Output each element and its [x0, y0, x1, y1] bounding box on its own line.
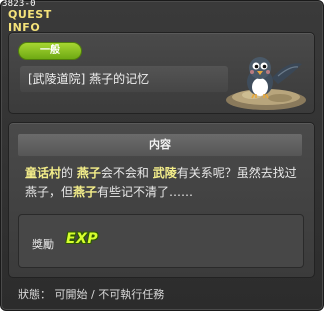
- title-bar[interactable]: QUEST INFO: [0, 0, 85, 34]
- quest-status: 狀態： 可開始 / 不可執行任務: [18, 288, 165, 301]
- quest-description: 童话村的 燕子会不会和 武陵有关系呢？虽然去找过燕子，但燕子有些记不清了……: [25, 164, 307, 202]
- description-text: 会不会和: [100, 166, 153, 180]
- highlight-npc: 燕子: [76, 166, 101, 180]
- exp-reward-icon[interactable]: EXP: [66, 231, 98, 247]
- swallow-bird-icon: [222, 54, 310, 112]
- reward-box: [18, 214, 304, 268]
- description-text: 的: [61, 166, 77, 180]
- window-title: QUEST INFO: [8, 8, 52, 34]
- content-header: 内容: [18, 134, 302, 156]
- quest-name: [武陵道院] 燕子的记忆: [20, 66, 228, 92]
- highlight-place: 武陵: [152, 166, 177, 180]
- quest-category-badge: 一般: [18, 42, 82, 60]
- reward-label: 獎勵: [32, 238, 54, 251]
- description-text: 有些记不清了……: [97, 185, 194, 199]
- highlight-place: 童话村: [25, 166, 62, 180]
- highlight-npc: 燕子: [73, 185, 98, 199]
